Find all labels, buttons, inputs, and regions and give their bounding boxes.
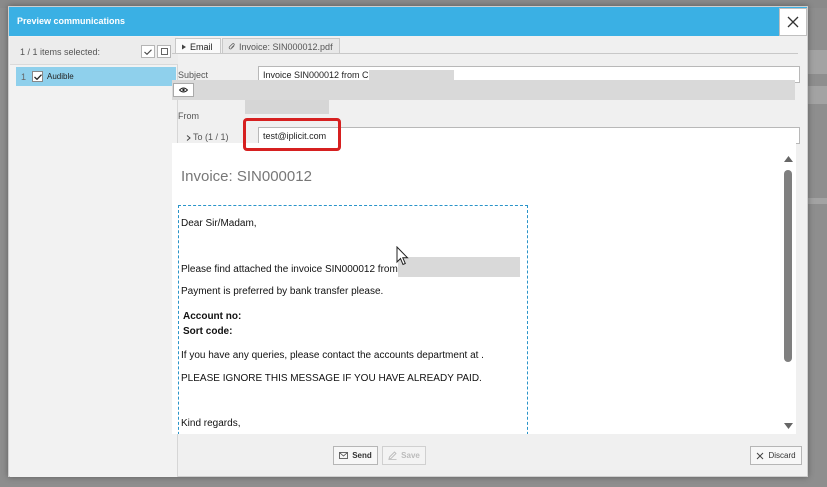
- discard-button[interactable]: Discard: [750, 446, 802, 465]
- dialog-titlebar: Preview communications: [9, 7, 807, 36]
- backdrop-strip: [808, 86, 827, 104]
- uncheck-all-icon: [160, 48, 168, 55]
- greeting: Dear Sir/Madam,: [181, 218, 257, 229]
- to-label[interactable]: To (1 / 1): [186, 132, 229, 142]
- scroll-up-arrow[interactable]: [782, 154, 794, 164]
- tab-divider: [172, 53, 798, 54]
- recipient-name: Audible: [47, 72, 74, 81]
- body-line-3: If you have any queries, please contact …: [181, 350, 484, 361]
- expand-arrow-icon: [186, 134, 191, 141]
- send-label: Send: [352, 451, 372, 460]
- preview-title: Invoice: SIN000012: [181, 168, 312, 185]
- check-all-icon: [144, 48, 152, 55]
- row-index: 1: [21, 72, 27, 82]
- pencil-icon: [388, 451, 397, 460]
- preview-scrollbar[interactable]: [782, 150, 794, 432]
- email-body-editor[interactable]: Dear Sir/Madam, Please find attached the…: [178, 205, 528, 434]
- select-all-button[interactable]: [141, 45, 155, 58]
- to-label-text: To (1 / 1): [193, 132, 229, 142]
- show-sender-button[interactable]: [173, 83, 194, 97]
- from-value-redacted: [245, 100, 329, 114]
- body-line-1-text: Please find attached the invoice SIN0000…: [181, 264, 398, 276]
- closing: Kind regards,: [181, 418, 241, 429]
- tab-attachment-label: Invoice: SIN000012.pdf: [239, 41, 333, 52]
- backdrop-strip: [808, 198, 827, 204]
- account-label: Account no:: [183, 311, 242, 322]
- save-label: Save: [401, 451, 420, 460]
- from-label: From: [178, 111, 199, 121]
- body-line-1: Please find attached the invoice SIN0000…: [181, 257, 520, 277]
- highlight-annotation: [243, 118, 341, 151]
- tab-attachment[interactable]: Invoice: SIN000012.pdf: [222, 38, 340, 54]
- backdrop-strip: [808, 50, 827, 74]
- close-button[interactable]: [779, 8, 807, 36]
- discard-label: Discard: [768, 451, 796, 460]
- save-button[interactable]: Save: [382, 446, 426, 465]
- subject-label: Subject: [178, 70, 209, 80]
- mouse-cursor-icon: [396, 246, 409, 266]
- envelope-icon: [339, 452, 349, 459]
- subject-value: Invoice SIN000012 from C: [263, 70, 369, 80]
- dialog-title: Preview communications: [17, 16, 126, 26]
- recipient-checkbox[interactable]: [32, 71, 43, 82]
- eye-icon: [179, 87, 188, 93]
- email-tab-arrow-icon: [182, 44, 186, 49]
- triangle-up-icon: [783, 156, 793, 162]
- recipient-row[interactable]: 1 Audible: [16, 67, 176, 86]
- triangle-down-icon: [783, 423, 793, 429]
- body-line-2: Payment is preferred by bank transfer pl…: [181, 286, 384, 297]
- recipients-panel: 1 / 1 items selected: 1 Audible: [10, 37, 178, 477]
- close-x-icon: [757, 452, 764, 459]
- checkbox-checked-icon: [33, 73, 42, 80]
- body-line-4: PLEASE IGNORE THIS MESSAGE IF YOU HAVE A…: [181, 373, 482, 384]
- email-preview: Invoice: SIN000012 Dear Sir/Madam, Pleas…: [172, 143, 796, 434]
- close-icon: [787, 16, 799, 28]
- sort-code-label: Sort code:: [183, 326, 233, 337]
- send-button[interactable]: Send: [333, 446, 378, 465]
- attachment-icon: [228, 42, 235, 49]
- scroll-down-arrow[interactable]: [782, 421, 794, 431]
- scroll-thumb[interactable]: [784, 170, 792, 362]
- tab-email[interactable]: Email: [175, 38, 221, 54]
- deselect-all-button[interactable]: [157, 45, 171, 58]
- redacted-company: [397, 257, 520, 277]
- sender-strip: [172, 80, 795, 100]
- selection-count: 1 / 1 items selected:: [20, 47, 101, 57]
- tab-email-label: Email: [190, 41, 213, 52]
- selection-header: 1 / 1 items selected:: [10, 37, 178, 65]
